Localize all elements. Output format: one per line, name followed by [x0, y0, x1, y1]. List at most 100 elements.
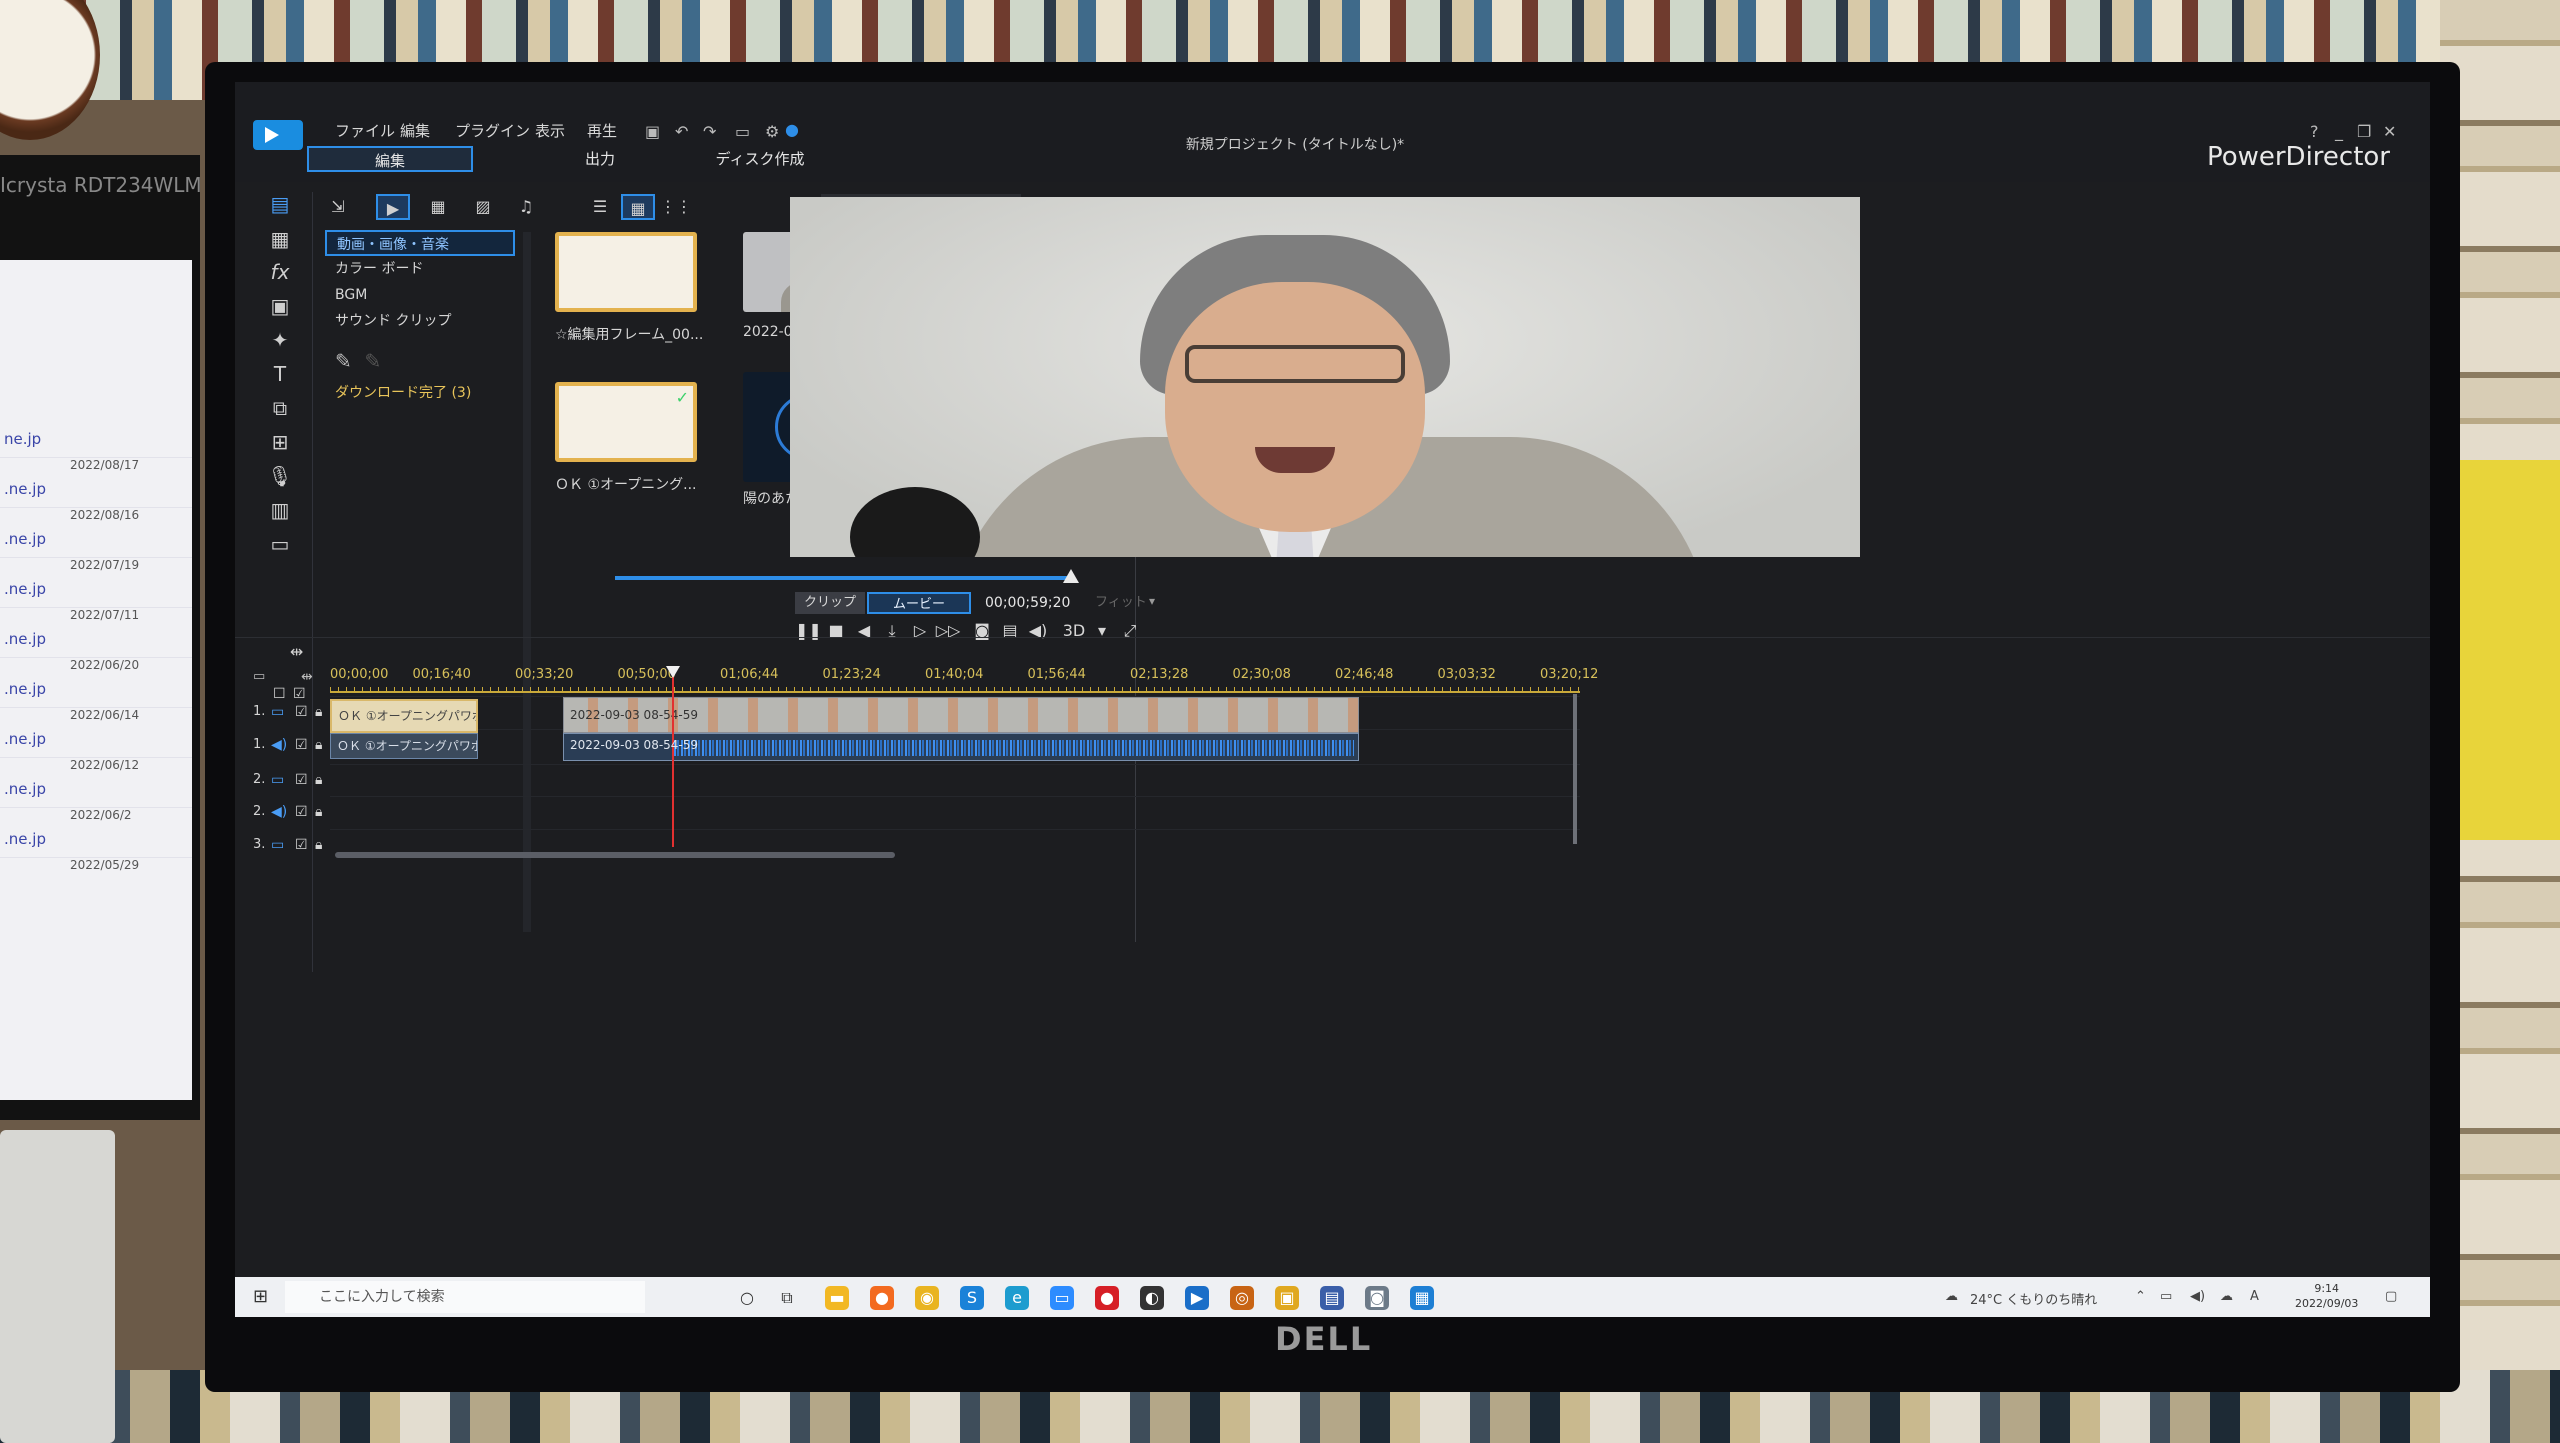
- template-room-icon[interactable]: ▦: [267, 227, 293, 251]
- track-enable-checkbox[interactable]: ☑: [295, 704, 308, 720]
- menu-edit[interactable]: 編集: [400, 120, 430, 141]
- app-yellow-icon[interactable]: ▣: [1275, 1286, 1299, 1310]
- taskbar-clock[interactable]: 9:14 2022/09/03: [2295, 1281, 2358, 1311]
- mail-list-item[interactable]: ne.jp: [0, 430, 192, 458]
- chevron-down-icon[interactable]: ▾: [1149, 594, 1155, 608]
- mail-list-item[interactable]: .ne.jp: [0, 680, 192, 708]
- menu-view[interactable]: 表示: [535, 120, 565, 141]
- track-row[interactable]: [330, 796, 1580, 830]
- mail-list-item[interactable]: .ne.jp: [0, 830, 192, 858]
- undo-icon[interactable]: ↶: [675, 122, 688, 141]
- particle-room-icon[interactable]: ✦: [267, 328, 293, 352]
- edge-icon[interactable]: e: [1005, 1286, 1029, 1310]
- account-icon[interactable]: ●: [785, 120, 799, 139]
- task-view-icon[interactable]: ⧉: [775, 1286, 799, 1310]
- lock-icon[interactable]: 🔒︎: [315, 772, 322, 788]
- timeline-clip-opening-video[interactable]: ＯＫ ①オープニングパワポ素: [330, 699, 478, 733]
- skype-icon[interactable]: S: [960, 1286, 984, 1310]
- timeline-snap-icon[interactable]: ⇹: [301, 669, 313, 685]
- title-room-icon[interactable]: T: [267, 362, 293, 386]
- ime-indicator[interactable]: A: [2250, 1289, 2259, 1304]
- close-button[interactable]: ✕: [2383, 122, 2396, 141]
- timeline-vertical-scrollbar[interactable]: [1573, 694, 1577, 844]
- track-enable-checkbox[interactable]: ☑: [295, 737, 308, 753]
- subtitle-room-icon[interactable]: ▭: [267, 532, 293, 556]
- track-enable-checkbox[interactable]: ☑: [295, 772, 308, 788]
- media-item-frame[interactable]: ☆編集用フレーム_00...: [555, 232, 705, 344]
- redo-icon[interactable]: ↷: [703, 122, 716, 141]
- timecode[interactable]: 00;00;59;20: [985, 592, 1070, 614]
- aspect-ratio-icon[interactable]: ▭: [735, 122, 750, 141]
- media-item-opening[interactable]: ✓ ＯＫ ①オープニング...: [555, 382, 705, 494]
- voiceover-room-icon[interactable]: 🎙: [267, 464, 293, 488]
- menu-play[interactable]: 再生: [587, 120, 617, 141]
- clip-mode-button[interactable]: クリップ: [795, 592, 865, 614]
- lock-icon[interactable]: 🔒︎: [315, 804, 322, 820]
- volume-tray-icon[interactable]: ◀): [2190, 1289, 2205, 1304]
- taskbar-search-input[interactable]: ここに入力して検索: [285, 1281, 645, 1313]
- obs-icon[interactable]: ◐: [1140, 1286, 1164, 1310]
- track-enable-checkbox[interactable]: ☑: [295, 837, 308, 853]
- minimize-button[interactable]: _: [2335, 122, 2343, 141]
- transition-room-icon[interactable]: ⧉: [267, 396, 293, 420]
- timeline-clip-main-video[interactable]: 2022-09-03 08-54-59: [563, 697, 1359, 733]
- fit-select[interactable]: フィット: [1095, 592, 1147, 614]
- category-sound-clip[interactable]: サウンド クリップ: [325, 308, 515, 334]
- tab-output[interactable]: 出力: [565, 146, 635, 172]
- filter-music-icon[interactable]: ♫: [509, 194, 543, 220]
- select-all-checkbox[interactable]: ☐: [273, 686, 286, 702]
- view-grid-large-icon[interactable]: ▦: [621, 194, 655, 220]
- windows-start-icon[interactable]: ⊞: [253, 1287, 273, 1307]
- menu-file[interactable]: ファイル: [335, 120, 395, 141]
- track-row[interactable]: [330, 764, 1580, 798]
- tab-edit[interactable]: 編集: [307, 146, 473, 172]
- filter-film-icon[interactable]: ▦: [421, 194, 455, 220]
- playhead[interactable]: [672, 672, 674, 847]
- app-orange-icon[interactable]: ◎: [1230, 1286, 1254, 1310]
- fit-timeline-icon[interactable]: ⇹: [290, 642, 303, 661]
- chrome-icon[interactable]: ◉: [915, 1286, 939, 1310]
- media-room-icon[interactable]: ▤: [267, 192, 293, 216]
- app-cyan-icon[interactable]: ▦: [1410, 1286, 1434, 1310]
- tab-disc[interactable]: ディスク作成: [705, 146, 815, 172]
- audio-mix-room-icon[interactable]: ⊞: [267, 430, 293, 454]
- remove-tag-icon[interactable]: ✎: [364, 349, 381, 373]
- mail-list-item[interactable]: .ne.jp: [0, 780, 192, 808]
- weather-icon[interactable]: ☁: [1945, 1289, 1958, 1304]
- settings-gear-icon[interactable]: ⚙: [765, 122, 779, 141]
- restore-button[interactable]: ❐: [2357, 122, 2371, 141]
- download-status[interactable]: ダウンロード完了 (3): [335, 382, 471, 402]
- lock-icon[interactable]: 🔒︎: [315, 737, 322, 753]
- track-enable-checkbox[interactable]: ☑: [295, 804, 308, 820]
- firefox-icon[interactable]: ●: [870, 1286, 894, 1310]
- notification-icon[interactable]: ▢: [2385, 1289, 2397, 1304]
- lock-icon[interactable]: 🔒︎: [315, 704, 322, 720]
- preview-video[interactable]: [790, 197, 1860, 557]
- mail-list-item[interactable]: .ne.jp: [0, 480, 192, 508]
- timeline-clip-opening-audio[interactable]: ＯＫ ①オープニングパワポ素像: [330, 733, 478, 759]
- enable-all-checkbox[interactable]: ☑: [293, 686, 306, 702]
- import-media-icon[interactable]: ⇲: [321, 194, 355, 220]
- onedrive-icon[interactable]: ☁: [2220, 1289, 2233, 1304]
- mail-list-item[interactable]: .ne.jp: [0, 580, 192, 608]
- view-grid-small-icon[interactable]: ⋮⋮: [659, 194, 693, 220]
- filter-video-icon[interactable]: ▶: [376, 194, 410, 220]
- camera-icon[interactable]: ◙: [1365, 1286, 1389, 1310]
- category-color-board[interactable]: カラー ボード: [325, 256, 515, 282]
- effects-room-icon[interactable]: fx: [267, 260, 293, 284]
- weather-status[interactable]: 24°C くもりのち晴れ: [1970, 1289, 2097, 1308]
- category-media[interactable]: 動画・画像・音楽: [325, 230, 515, 256]
- powerdirector-taskbar-icon[interactable]: ▶: [1185, 1286, 1209, 1310]
- zoom-icon[interactable]: ▭: [1050, 1286, 1074, 1310]
- app-blue-icon[interactable]: ▤: [1320, 1286, 1344, 1310]
- category-bgm[interactable]: BGM: [325, 282, 515, 308]
- file-explorer-icon[interactable]: ▬: [825, 1286, 849, 1310]
- mail-list-item[interactable]: .ne.jp: [0, 730, 192, 758]
- preview-progress-knob[interactable]: [1063, 569, 1079, 583]
- filter-image-icon[interactable]: ▨: [466, 194, 500, 220]
- movie-mode-button[interactable]: ムービー: [867, 592, 971, 614]
- track-manager-icon[interactable]: ▭: [253, 669, 265, 684]
- mail-list-item[interactable]: .ne.jp: [0, 530, 192, 558]
- cortana-icon[interactable]: ○: [735, 1286, 759, 1310]
- add-tag-icon[interactable]: ✎: [335, 349, 352, 373]
